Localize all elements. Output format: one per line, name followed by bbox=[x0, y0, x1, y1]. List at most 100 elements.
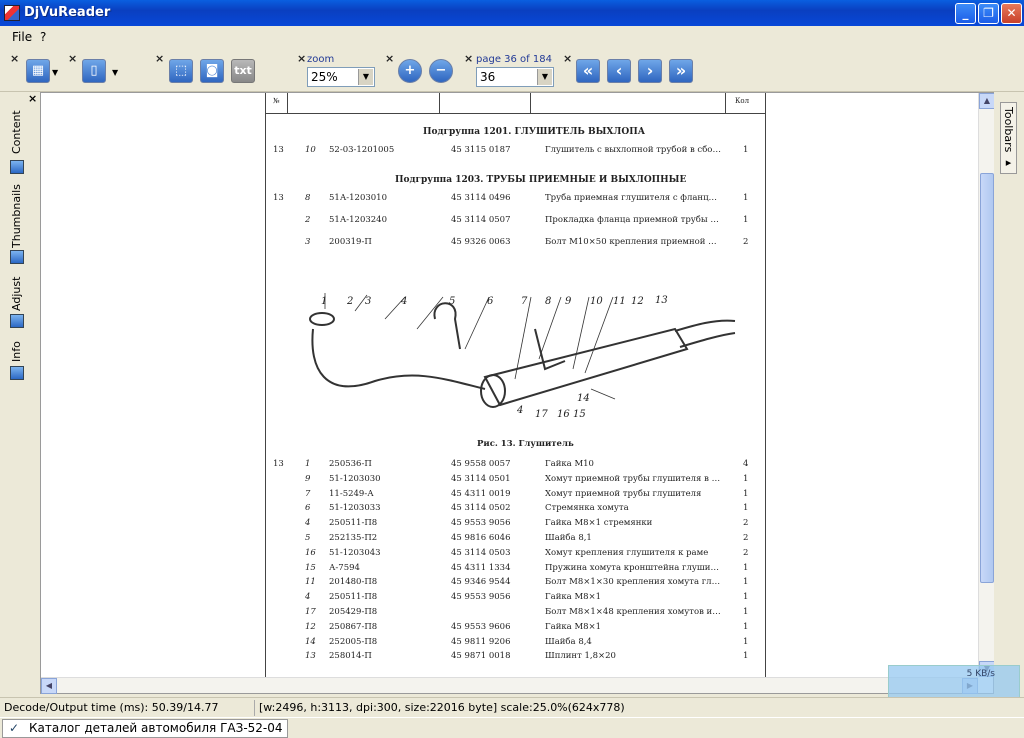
toolbar-close-icon[interactable]: × bbox=[155, 52, 164, 65]
chevron-down-icon[interactable]: ▼ bbox=[358, 69, 373, 85]
page-value: 36 bbox=[480, 70, 496, 84]
title-bar: DjVuReader _ ❐ ✕ bbox=[0, 0, 1024, 26]
first-page-button[interactable]: « bbox=[576, 59, 600, 83]
tab-thumbnails[interactable]: Thumbnails bbox=[10, 184, 24, 248]
menu-file[interactable]: File bbox=[12, 30, 32, 44]
table-cell-n: 11 bbox=[305, 577, 316, 588]
toolbar-close-icon[interactable]: × bbox=[385, 52, 394, 65]
table-cell-part: 51-1203030 bbox=[329, 473, 381, 484]
page-layout-icon[interactable]: ▯ bbox=[82, 59, 106, 83]
view-mode-icon[interactable]: ▦ bbox=[26, 59, 50, 83]
page-select[interactable]: 36 ▼ bbox=[476, 67, 554, 87]
figure-callout: 15 bbox=[573, 409, 586, 420]
document-page: № Кол Подгруппа 1201. ГЛУШИТЕЛЬ ВЫХЛОПА … bbox=[265, 93, 766, 683]
vertical-scrollbar[interactable]: ▲ ▼ bbox=[978, 93, 995, 677]
wrench-icon[interactable] bbox=[10, 314, 24, 328]
image-icon[interactable]: ◙ bbox=[200, 59, 224, 83]
table-cell-n: 9 bbox=[305, 473, 311, 484]
tab-adjust[interactable]: Adjust bbox=[10, 274, 24, 314]
scroll-left-icon[interactable]: ◀ bbox=[41, 678, 57, 694]
table-cell-code: 45 9871 0018 bbox=[451, 651, 511, 662]
table-cell-part: 250511-П8 bbox=[329, 592, 378, 603]
table-cell-part: 200319-П bbox=[329, 237, 372, 247]
last-page-button[interactable]: » bbox=[669, 59, 693, 83]
table-cell-code: 45 9346 9544 bbox=[451, 577, 511, 588]
table-cell-code: 45 9326 0063 bbox=[451, 237, 511, 247]
table-cell-name: Гайка М10 bbox=[545, 459, 594, 469]
info-icon[interactable] bbox=[10, 366, 24, 380]
content-icon[interactable] bbox=[10, 160, 24, 174]
menu-bar: File ? bbox=[0, 26, 1024, 48]
figure-callout: 11 bbox=[613, 296, 626, 307]
tab-info[interactable]: Info bbox=[10, 338, 24, 366]
figure-callout: 6 bbox=[487, 296, 494, 307]
table-row: 9 51-1203030 45 3114 0501 Хомут приемной тр… bbox=[265, 474, 765, 489]
table-cell-part: 252135-П2 bbox=[329, 533, 378, 543]
horizontal-scrollbar[interactable]: ◀ ▶ bbox=[41, 677, 978, 694]
table-row: 15 А-7594 45 4311 1334 Пружина хомута кронш… bbox=[265, 563, 765, 578]
tab-content[interactable]: Content bbox=[10, 104, 24, 160]
table-cell-qty: 1 bbox=[743, 145, 749, 155]
figure-callout: 7 bbox=[521, 296, 528, 307]
figure-callout: 14 bbox=[577, 393, 590, 404]
chevron-down-icon[interactable]: ▼ bbox=[537, 69, 552, 85]
chevron-down-icon[interactable]: ▼ bbox=[112, 68, 118, 77]
close-button[interactable]: ✕ bbox=[1001, 3, 1022, 24]
table-cell-name: Хомут крепления глушителя к раме bbox=[545, 547, 709, 558]
column-header-number: № bbox=[273, 97, 280, 105]
scroll-up-icon[interactable]: ▲ bbox=[979, 93, 995, 109]
zoom-out-button[interactable]: − bbox=[429, 59, 453, 83]
status-bar: Decode/Output time (ms): 50.39/14.77 [w:… bbox=[0, 697, 1024, 717]
chevron-down-icon[interactable]: ▼ bbox=[52, 68, 58, 77]
check-icon: ✓ bbox=[9, 721, 20, 735]
table-cell-part: 252005-П8 bbox=[329, 636, 378, 647]
toolbar-close-icon[interactable]: × bbox=[563, 52, 572, 65]
zoom-in-button[interactable]: + bbox=[398, 59, 422, 83]
table-cell-qty: 2 bbox=[743, 237, 749, 247]
menu-help[interactable]: ? bbox=[40, 30, 46, 44]
table-cell-qty: 1 bbox=[743, 473, 749, 484]
text-icon[interactable]: txt bbox=[231, 59, 255, 83]
toolbar-close-icon[interactable]: × bbox=[10, 52, 19, 65]
table-cell-code: 45 4311 1334 bbox=[451, 562, 511, 573]
document-tab[interactable]: ✓ Каталог деталей автомобиля ГАЗ-52-04 1… bbox=[2, 719, 288, 738]
maximize-button[interactable]: ❐ bbox=[978, 3, 999, 24]
table-cell-code: 45 4311 0019 bbox=[451, 488, 511, 499]
table-cell-n: 3 bbox=[305, 237, 311, 247]
table-cell-n: 8 bbox=[305, 193, 311, 203]
table-cell-part: А-7594 bbox=[329, 562, 360, 573]
column-header-qty: Кол bbox=[735, 97, 750, 105]
toolbars-tab[interactable]: Toolbars ▸ bbox=[1000, 102, 1017, 174]
table-cell-code: 45 3114 0502 bbox=[451, 503, 511, 514]
table-cell-g: 13 bbox=[273, 193, 284, 203]
toolbar-close-icon[interactable]: × bbox=[68, 52, 77, 65]
table-cell-part: 201480-П8 bbox=[329, 577, 378, 588]
select-region-icon[interactable]: ⬚ bbox=[169, 59, 193, 83]
prev-page-button[interactable]: ‹ bbox=[607, 59, 631, 83]
table-cell-code: 45 9553 9056 bbox=[451, 592, 511, 603]
table-cell-part: 52-03-1201005 bbox=[329, 145, 395, 155]
network-speed: 5 KB/s bbox=[966, 669, 995, 679]
scroll-thumb[interactable] bbox=[980, 173, 994, 583]
table-cell-n: 16 bbox=[305, 547, 316, 558]
zoom-select[interactable]: 25% ▼ bbox=[307, 67, 375, 87]
toolbar-close-icon[interactable]: × bbox=[297, 52, 306, 65]
figure-callout: 4 bbox=[401, 296, 408, 307]
table-row: 16 51-1203043 45 3114 0503 Хомут крепления … bbox=[265, 548, 765, 563]
next-page-button[interactable]: › bbox=[638, 59, 662, 83]
table-cell-name: Гайка М8×1 стремянки bbox=[545, 518, 653, 529]
figure-callout: 3 bbox=[365, 296, 372, 307]
table-row: 13 10 52-03-1201005 45 3115 0187 Глушитель с… bbox=[265, 145, 765, 159]
table-row: 12 250867-П8 45 9553 9606 Гайка М8×1 1 bbox=[265, 622, 765, 637]
table-cell-n: 15 bbox=[305, 562, 316, 573]
thumbnails-icon[interactable] bbox=[10, 250, 24, 264]
table-cell-qty: 2 bbox=[743, 547, 749, 558]
document-viewport[interactable]: № Кол Подгруппа 1201. ГЛУШИТЕЛЬ ВЫХЛОПА … bbox=[40, 92, 994, 694]
minimize-button[interactable]: _ bbox=[955, 3, 976, 24]
toolbar-close-icon[interactable]: × bbox=[464, 52, 473, 65]
table-cell-part: 51А-1203240 bbox=[329, 215, 387, 225]
table-cell-part: 205429-П8 bbox=[329, 607, 378, 617]
side-panel-close-icon[interactable]: × bbox=[28, 92, 37, 105]
table-cell-qty: 1 bbox=[743, 215, 749, 225]
group-1203-title: Подгруппа 1203. ТРУБЫ ПРИЕМНЫЕ И ВЫХЛОПН… bbox=[395, 175, 687, 185]
